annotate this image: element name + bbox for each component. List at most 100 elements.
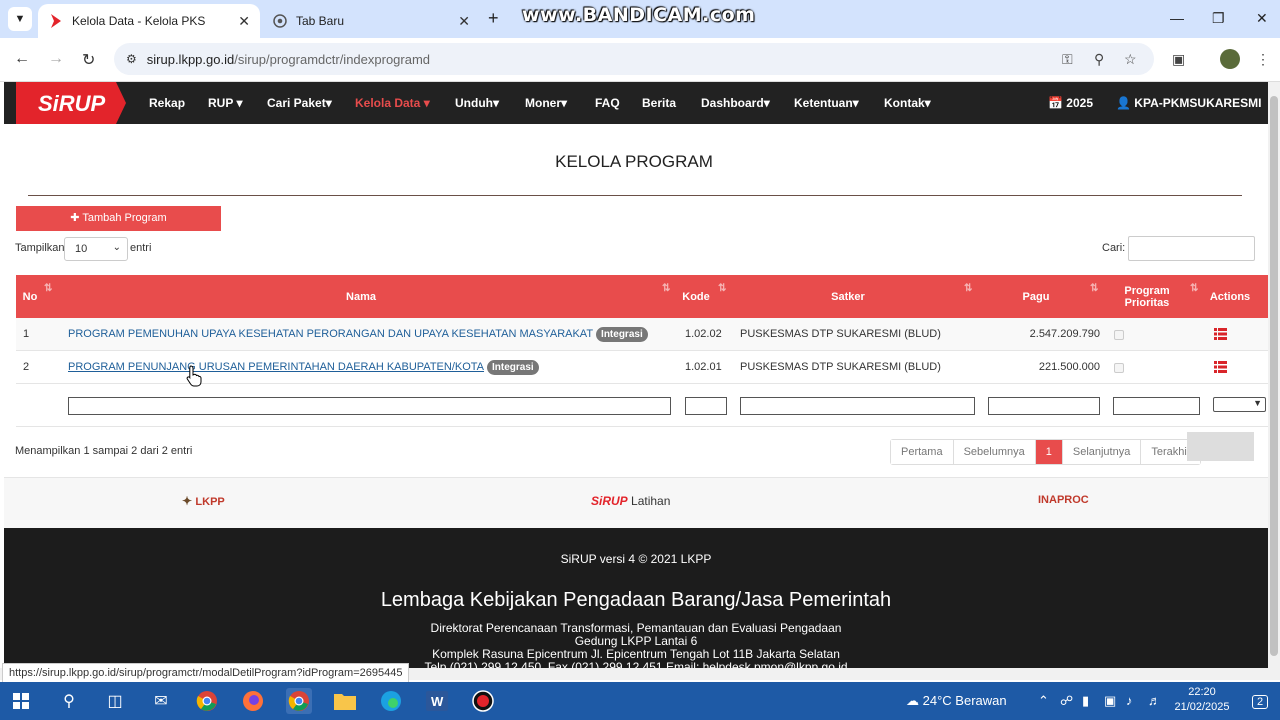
program-link[interactable]: PROGRAM PEMENUHAN UPAYA KESEHATAN PERORA…	[68, 328, 593, 340]
meet-icon[interactable]: ☍	[1060, 682, 1073, 720]
page-previous[interactable]: Sebelumnya	[953, 440, 1036, 464]
table-info: Menampilkan 1 sampai 2 dari 2 entri	[15, 445, 193, 457]
password-key-icon[interactable]: ⚿	[1062, 51, 1073, 68]
url-input[interactable]: ⚙ sirup.lkpp.go.id /sirup/programdctr/in…	[114, 43, 1154, 75]
chevron-up-icon[interactable]: ⌃	[1038, 682, 1049, 720]
nav-rekap[interactable]: Rekap	[149, 82, 185, 124]
chrome-active-icon[interactable]	[286, 688, 312, 714]
page-current[interactable]: 1	[1035, 440, 1063, 464]
header-kode[interactable]: Kode	[680, 275, 712, 318]
edge-icon[interactable]	[378, 688, 404, 714]
sirup-latihan-logo[interactable]: SiRUP Latihan	[591, 494, 670, 508]
lkpp-logo[interactable]: ✦ LKPP	[182, 494, 225, 508]
header-satker[interactable]: Satker	[736, 275, 960, 318]
battery-icon[interactable]: ▮	[1082, 682, 1089, 720]
close-tab-icon[interactable]: ✕	[238, 13, 250, 30]
url-host: sirup.lkpp.go.id	[146, 51, 235, 67]
sort-icon[interactable]: ⇅	[44, 283, 52, 294]
filter-prioritas-input[interactable]	[1113, 397, 1200, 415]
header-nama[interactable]: Nama	[56, 275, 666, 318]
page-first[interactable]: Pertama	[891, 440, 954, 464]
new-tab-plus-icon[interactable]: +	[488, 8, 499, 29]
sort-icon[interactable]: ⇅	[718, 283, 726, 294]
scrollbar-thumb[interactable]	[1270, 96, 1278, 656]
forward-arrow-icon[interactable]: →	[48, 50, 64, 68]
vertical-scrollbar[interactable]	[1268, 82, 1280, 680]
search-icon[interactable]: ⚲	[56, 688, 82, 714]
bookmark-star-icon[interactable]: ☆	[1124, 51, 1137, 68]
file-explorer-icon[interactable]	[332, 688, 358, 714]
nav-faq[interactable]: FAQ	[595, 82, 620, 124]
firefox-icon[interactable]	[240, 688, 266, 714]
sort-icon[interactable]: ⇅	[964, 283, 972, 294]
microphone-icon[interactable]: ♪	[1126, 682, 1133, 720]
site-info-icon[interactable]: ⚙	[126, 52, 137, 66]
integrasi-badge: Integrasi	[487, 360, 539, 375]
nav-cari-paket[interactable]: Cari Paket▾	[267, 82, 332, 124]
partner-logo-strip: ✦ LKPP SiRUP Latihan INAPROC	[4, 477, 1268, 528]
filter-actions-select[interactable]: ▼	[1213, 397, 1266, 412]
system-clock[interactable]: 22:20 21/02/2025	[1170, 685, 1234, 715]
entries-per-page-select[interactable]: 10 ⌄	[64, 237, 128, 261]
search-input[interactable]	[1128, 236, 1255, 261]
nav-kelola-data[interactable]: Kelola Data ▾	[355, 82, 430, 124]
minimize-icon[interactable]: —	[1170, 10, 1184, 26]
filter-nama-input[interactable]	[68, 397, 671, 415]
restore-icon[interactable]: ❐	[1212, 10, 1225, 27]
year-selector[interactable]: 📅 2025	[1048, 82, 1093, 124]
task-view-icon[interactable]: ◫	[102, 688, 128, 714]
filter-satker-input[interactable]	[740, 397, 975, 415]
nav-dashboard[interactable]: Dashboard▾	[701, 82, 770, 124]
page-next[interactable]: Selanjutnya	[1062, 440, 1142, 464]
close-tab-icon[interactable]: ✕	[458, 13, 470, 30]
record-icon[interactable]	[470, 688, 496, 714]
nav-kontak[interactable]: Kontak▾	[884, 82, 931, 124]
integrasi-badge: Integrasi	[596, 327, 648, 342]
nav-berita[interactable]: Berita	[642, 82, 676, 124]
program-link[interactable]: PROGRAM PENUNJANG URUSAN PEMERINTAHAN DA…	[68, 361, 484, 373]
row-no: 2	[23, 361, 30, 373]
page-title: KELOLA PROGRAM	[555, 152, 713, 171]
back-arrow-icon[interactable]: ←	[14, 50, 30, 68]
tab-kelola-data[interactable]: Kelola Data - Kelola PKS ✕	[38, 4, 260, 38]
footer-building: Gedung LKPP Lantai 6	[574, 634, 698, 648]
user-menu[interactable]: 👤 KPA-PKMSUKARESMI ▾	[1116, 82, 1268, 152]
sort-icon[interactable]: ⇅	[662, 283, 670, 294]
nav-unduh[interactable]: Unduh▾	[455, 82, 499, 124]
filter-kode-input[interactable]	[685, 397, 727, 415]
tab-new-tab[interactable]: Tab Baru ✕	[262, 4, 480, 38]
inaproc-logo[interactable]: INAPROC	[1038, 494, 1089, 506]
close-window-icon[interactable]: ✕	[1256, 10, 1268, 27]
header-no[interactable]: No	[16, 275, 44, 318]
calendar-icon: 📅	[1048, 96, 1063, 110]
sort-icon[interactable]: ⇅	[1190, 283, 1198, 294]
word-icon[interactable]: W	[424, 688, 450, 714]
reload-icon[interactable]: ↻	[82, 50, 95, 70]
volume-icon[interactable]: ♬	[1148, 682, 1161, 720]
prioritas-checkbox[interactable]	[1114, 363, 1124, 373]
nav-moner[interactable]: Moner▾	[525, 82, 567, 124]
zoom-icon[interactable]: ⚲	[1094, 51, 1104, 68]
sirup-logo[interactable]: SiRUP	[16, 82, 126, 124]
windows-start-icon[interactable]	[8, 688, 34, 714]
mail-icon[interactable]: ✉	[148, 688, 174, 714]
notification-icon[interactable]: 2	[1252, 682, 1269, 720]
tab-search-chevron-icon[interactable]: ▼	[8, 7, 32, 31]
profile-avatar[interactable]	[1220, 49, 1240, 69]
weather-widget[interactable]: ☁ 24°C Berawan	[906, 682, 1007, 720]
actions-list-icon[interactable]	[1214, 361, 1227, 373]
header-pagu[interactable]: Pagu	[986, 275, 1086, 318]
actions-list-icon[interactable]	[1214, 328, 1227, 340]
nav-unduh-label: Unduh	[455, 96, 493, 110]
chrome-menu-icon[interactable]: ⋮	[1256, 51, 1270, 68]
network-icon[interactable]: ▣	[1104, 682, 1116, 720]
sort-icon[interactable]: ⇅	[1090, 283, 1098, 294]
prioritas-checkbox[interactable]	[1114, 330, 1124, 340]
extensions-icon[interactable]: ▣	[1172, 51, 1185, 68]
nav-rup[interactable]: RUP ▾	[208, 82, 243, 124]
filter-pagu-input[interactable]	[988, 397, 1100, 415]
chrome-icon[interactable]	[194, 688, 220, 714]
header-program-prioritas[interactable]: Program Prioritas	[1116, 275, 1178, 318]
nav-ketentuan[interactable]: Ketentuan▾	[794, 82, 859, 124]
add-program-button[interactable]: ✚ Tambah Program	[16, 206, 221, 231]
